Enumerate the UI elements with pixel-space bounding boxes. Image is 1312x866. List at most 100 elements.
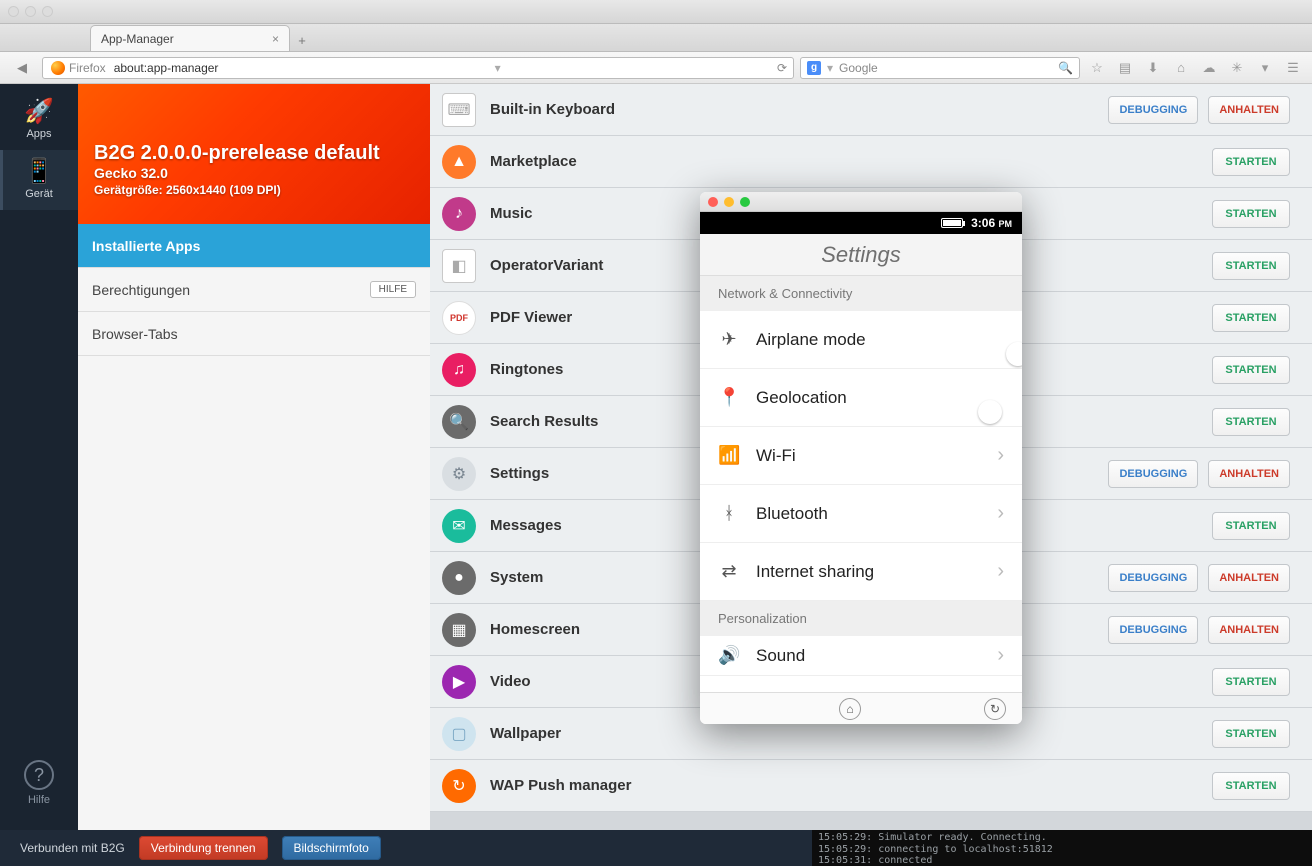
sim-item-wifi[interactable]: 📶 Wi-Fi › [700, 427, 1022, 485]
sim-toolbar: ⌂ ↻ [700, 692, 1022, 724]
cloud-icon[interactable]: ☁ [1198, 57, 1220, 79]
sim-close-icon[interactable] [708, 197, 718, 207]
location-icon: 📍 [718, 387, 740, 408]
sim-rotate-button[interactable]: ↻ [984, 698, 1006, 720]
app-name-label: Ringtones [490, 361, 563, 378]
app-name-label: Messages [490, 517, 562, 534]
start-button[interactable]: STARTEN [1212, 720, 1290, 748]
app-icon: ♪ [442, 197, 476, 231]
stop-button[interactable]: ANHALTEN [1208, 460, 1290, 488]
screenshot-button[interactable]: Bildschirmfoto [282, 836, 381, 860]
debug-button[interactable]: DEBUGGING [1108, 460, 1198, 488]
tab-app-manager[interactable]: App-Manager × [90, 25, 290, 51]
search-icon[interactable]: 🔍 [1058, 61, 1073, 75]
start-button[interactable]: STARTEN [1212, 772, 1290, 800]
connection-footer: Verbunden mit B2G Verbindung trennen Bil… [0, 830, 1312, 866]
sim-home-button[interactable]: ⌂ [839, 698, 861, 720]
app-actions: STARTEN [1212, 356, 1290, 384]
sim-airplane-label: Airplane mode [756, 330, 866, 350]
back-button[interactable]: ◀ [8, 56, 36, 80]
help-button[interactable]: HILFE [370, 281, 416, 298]
sim-section-network: Network & Connectivity [700, 276, 1022, 311]
downloads-icon[interactable]: ⬇ [1142, 57, 1164, 79]
sidebar-browser-tabs[interactable]: Browser-Tabs [78, 312, 430, 356]
rail-apps[interactable]: 🚀 Apps [0, 90, 78, 150]
start-button[interactable]: STARTEN [1212, 148, 1290, 176]
navigation-toolbar: ◀ Firefox about:app-manager ▾ ⟳ g ▾ Goog… [0, 52, 1312, 84]
sim-max-icon[interactable] [740, 197, 750, 207]
dropdown-icon[interactable]: ▾ [495, 61, 501, 75]
app-row[interactable]: ▲MarketplaceSTARTEN [430, 136, 1312, 188]
traffic-max-icon[interactable] [42, 6, 53, 17]
traffic-min-icon[interactable] [25, 6, 36, 17]
identity-box[interactable]: Firefox [49, 61, 108, 75]
start-button[interactable]: STARTEN [1212, 668, 1290, 696]
app-name-label: PDF Viewer [490, 309, 572, 326]
app-actions: STARTEN [1212, 304, 1290, 332]
stop-button[interactable]: ANHALTEN [1208, 616, 1290, 644]
app-name-label: WAP Push manager [490, 777, 631, 794]
start-button[interactable]: STARTEN [1212, 408, 1290, 436]
airplane-icon: ✈ [718, 329, 740, 350]
new-tab-button[interactable]: + [290, 29, 314, 51]
phone-icon: 📱 [24, 160, 54, 184]
app-row[interactable]: ↻ WAP Push manager STARTEN [430, 760, 1312, 812]
sidebar: B2G 2.0.0.0-prerelease default Gecko 32.… [78, 84, 430, 830]
app-name-label: Music [490, 205, 533, 222]
menu-icon[interactable]: ☰ [1282, 57, 1304, 79]
sim-header: Settings [700, 234, 1022, 276]
start-button[interactable]: STARTEN [1212, 304, 1290, 332]
start-button[interactable]: STARTEN [1212, 512, 1290, 540]
rail-device[interactable]: 📱 Gerät [0, 150, 78, 210]
bluetooth-icon: ᚼ [718, 503, 740, 524]
rail-help[interactable]: ? Hilfe [0, 750, 78, 816]
app-actions: STARTEN [1212, 148, 1290, 176]
debug-button[interactable]: DEBUGGING [1108, 96, 1198, 124]
app-name-label: Built-in Keyboard [490, 101, 615, 118]
app-actions: DEBUGGING ANHALTEN [1108, 460, 1290, 488]
sim-item-geolocation[interactable]: 📍 Geolocation ✓ [700, 369, 1022, 427]
puzzle-icon[interactable]: ✳ [1226, 57, 1248, 79]
stop-button[interactable]: ANHALTEN [1208, 96, 1290, 124]
app-name-label: Marketplace [490, 153, 577, 170]
rocket-icon: 🚀 [24, 100, 54, 124]
sim-item-sound[interactable]: 🔊 Sound › [700, 636, 1022, 676]
disconnect-button[interactable]: Verbindung trennen [139, 836, 268, 860]
app-icon: ▶ [442, 665, 476, 699]
sidebar-permissions[interactable]: Berechtigungen HILFE [78, 268, 430, 312]
wifi-icon: 📶 [718, 445, 740, 466]
start-button[interactable]: STARTEN [1212, 356, 1290, 384]
bookmark-star-icon[interactable]: ☆ [1086, 57, 1108, 79]
sim-min-icon[interactable] [724, 197, 734, 207]
sim-geo-label: Geolocation [756, 388, 847, 408]
sim-ishare-label: Internet sharing [756, 562, 874, 582]
reader-icon[interactable]: ▤ [1114, 57, 1136, 79]
sim-item-internet-sharing[interactable]: ⇄ Internet sharing › [700, 543, 1022, 601]
app-icon: ↻ [442, 769, 476, 803]
traffic-close-icon[interactable] [8, 6, 19, 17]
debug-button[interactable]: DEBUGGING [1108, 616, 1198, 644]
start-button[interactable]: STARTEN [1212, 252, 1290, 280]
search-box[interactable]: g ▾ Google 🔍 [800, 57, 1080, 79]
help-icon: ? [24, 760, 54, 790]
reload-icon[interactable]: ⟳ [777, 61, 787, 75]
chevron-right-icon: › [997, 644, 1004, 667]
sim-item-bluetooth[interactable]: ᚼ Bluetooth › [700, 485, 1022, 543]
close-icon[interactable]: × [272, 32, 279, 46]
app-actions: STARTEN [1212, 200, 1290, 228]
app-icon: ♫ [442, 353, 476, 387]
app-icon: ◧ [442, 249, 476, 283]
debug-button[interactable]: DEBUGGING [1108, 564, 1198, 592]
app-row[interactable]: ⌨Built-in KeyboardDEBUGGINGANHALTEN [430, 84, 1312, 136]
sim-item-airplane[interactable]: ✈ Airplane mode [700, 311, 1022, 369]
home-icon[interactable]: ⌂ [1170, 57, 1192, 79]
start-button[interactable]: STARTEN [1212, 200, 1290, 228]
sidebar-installed-apps[interactable]: Installierte Apps [78, 224, 430, 268]
sidebar-perms-label: Berechtigungen [92, 282, 190, 298]
chevron-down-icon[interactable]: ▾ [1254, 57, 1276, 79]
share-icon: ⇄ [718, 561, 740, 582]
stop-button[interactable]: ANHALTEN [1208, 564, 1290, 592]
rail-apps-label: Apps [26, 128, 51, 140]
app-icon: ⚙ [442, 457, 476, 491]
url-bar[interactable]: Firefox about:app-manager ▾ ⟳ [42, 57, 794, 79]
